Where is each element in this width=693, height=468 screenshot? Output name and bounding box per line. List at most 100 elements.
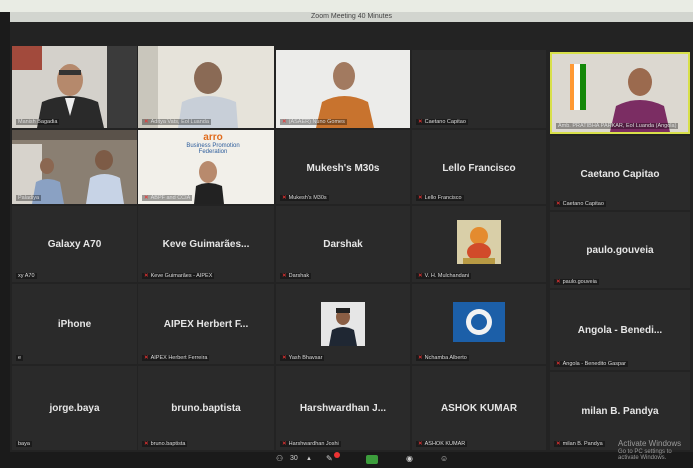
activate-windows-watermark: Activate Windows Go to PC settings to ac…	[618, 439, 693, 462]
mic-muted-icon: ⨯	[556, 361, 561, 367]
mic-muted-icon: ⨯	[556, 279, 561, 285]
participant-name: ⨯ Aditya Vats, Eol Luanda	[142, 119, 211, 125]
meeting-toolbar: ⚇ 30 ▲ ✎ ◉ ☺	[10, 452, 693, 468]
record-icon[interactable]: ◉	[406, 454, 413, 463]
mic-muted-icon: ⨯	[144, 441, 149, 447]
tile-caetano-2[interactable]: Caetano Capitao ⨯ Caetano Capitao	[550, 136, 690, 210]
participants-icon[interactable]: ⚇	[276, 454, 283, 463]
participant-name: ⨯ ASHOK KUMAR	[416, 441, 468, 447]
participant-name: e	[16, 355, 24, 361]
video-tile-pratibha[interactable]: Amb. PRATIBHA PARKAR, EoI Luanda (Angola…	[550, 52, 690, 134]
video-tile-caetano-1[interactable]: ⨯ Caetano Capitao	[412, 50, 546, 128]
tile-iphone[interactable]: iPhone e	[12, 284, 137, 364]
video-tile-abpf[interactable]: arro Business Promotion Federation ⨯ ABPF…	[138, 130, 274, 204]
tile-aipex-herbert[interactable]: AIPEX Herbert F... ⨯ AIPEX Herbert Ferrei…	[138, 284, 274, 364]
participant-name: ⨯ Caetano Capitao	[416, 119, 468, 125]
participant-display-name: Harshwardhan J...	[299, 402, 387, 414]
mic-muted-icon: ⨯	[556, 441, 561, 447]
tile-keve[interactable]: Keve Guimarães... ⨯ Keve Guimarães - AIPE…	[138, 206, 274, 282]
participant-display-name: AIPEX Herbert F...	[163, 319, 249, 331]
tile-yash[interactable]: ⨯ Yash Bhavsar	[276, 284, 410, 364]
participant-name: ⨯ Harshwardhan Joshi	[280, 441, 341, 447]
participant-name: ⨯ Keve Guimarães - AIPEX	[142, 273, 215, 279]
tile-harshwardhan[interactable]: Harshwardhan J... ⨯ Harshwardhan Joshi	[276, 366, 410, 450]
participant-display-name: ASHOK KUMAR	[440, 402, 518, 414]
mic-muted-icon: ⨯	[282, 273, 287, 279]
video-tile-paladiya[interactable]: Paladiya	[12, 130, 137, 204]
participant-video	[12, 46, 137, 128]
mic-muted-icon: ⨯	[144, 195, 149, 201]
participant-name: ⨯ Angola - Benedito Gaspar	[554, 361, 628, 367]
participant-display-name: Mukesh's M30s	[306, 162, 380, 174]
video-tile-nuno[interactable]: ⨯ (ASAER) Nuno Gomes	[276, 50, 410, 128]
video-tile-aditya[interactable]: ⨯ Aditya Vats, Eol Luanda	[138, 46, 274, 128]
participant-display-name: Galaxy A70	[47, 239, 102, 251]
participant-name: ⨯ (ASAER) Nuno Gomes	[280, 119, 347, 125]
mic-muted-icon: ⨯	[556, 201, 561, 207]
participant-count: 30	[290, 455, 298, 462]
participant-name: ⨯ Mukesh's M30s	[280, 195, 329, 201]
federation-banner: arro Business Promotion Federation	[178, 132, 248, 155]
participant-name: ⨯ milan B. Pandya	[554, 441, 605, 447]
mic-muted-icon: ⨯	[144, 273, 149, 279]
participant-video	[138, 46, 274, 128]
video-tile-manish[interactable]: Manish Bagadia	[12, 46, 137, 128]
banner-line-2: Federation	[198, 149, 228, 155]
participant-name: ⨯ V. H. Mulchandani	[416, 273, 472, 279]
participant-display-name: jorge.baya	[49, 402, 100, 414]
participant-display-name: Caetano Capitao	[580, 168, 660, 180]
mic-muted-icon: ⨯	[282, 195, 287, 201]
reactions-icon[interactable]: ☺	[440, 454, 448, 463]
participant-name: ⨯ Lello Francisco	[416, 195, 464, 201]
watermark-line-2: Go to PC settings to activate Windows.	[618, 448, 672, 462]
window-title: Zoom Meeting 40 Minutes	[10, 12, 693, 22]
tile-mukesh[interactable]: Mukesh's M30s ⨯ Mukesh's M30s	[276, 130, 410, 204]
tile-benedito[interactable]: Angola - Benedi... ⨯ Angola - Benedito Ga…	[550, 290, 690, 370]
mic-muted-icon: ⨯	[418, 441, 423, 447]
tile-paulo[interactable]: paulo.gouveia ⨯ paulo.gouveia	[550, 212, 690, 288]
tile-jorge[interactable]: jorge.baya baya	[12, 366, 137, 450]
participant-name: ⨯ paulo.gouveia	[554, 279, 599, 285]
tile-mulchandani[interactable]: ⨯ V. H. Mulchandani	[412, 206, 546, 282]
mic-muted-icon: ⨯	[418, 273, 423, 279]
profile-photo	[321, 302, 365, 346]
chat-icon[interactable]: ✎	[326, 454, 333, 463]
participant-video	[552, 54, 688, 132]
tile-lello[interactable]: Lello Francisco ⨯ Lello Francisco	[412, 130, 546, 204]
tile-nchamba[interactable]: ⨯ Nchamba Alberto	[412, 284, 546, 364]
participant-video	[12, 130, 137, 204]
participant-name: Amb. PRATIBHA PARKAR, EoI Luanda (Angola…	[556, 123, 679, 129]
mic-muted-icon: ⨯	[144, 119, 149, 125]
participant-display-name: Darshak	[323, 239, 363, 251]
participant-display-name: bruno.baptista	[171, 402, 241, 414]
participant-display-name: paulo.gouveia	[586, 245, 654, 257]
participant-name: ⨯ ABPF and CCIA	[142, 195, 193, 201]
monitor-bezel	[0, 0, 693, 12]
logo-avatar	[453, 302, 505, 342]
mic-muted-icon: ⨯	[418, 119, 423, 125]
participant-video	[276, 50, 410, 128]
watermark-line-1: Activate Windows	[618, 439, 682, 448]
federation-logo: arro	[203, 132, 223, 143]
mic-muted-icon: ⨯	[282, 355, 287, 361]
tile-galaxy[interactable]: Galaxy A70 xy A70	[12, 206, 137, 282]
tile-ashok[interactable]: ASHOK KUMAR ⨯ ASHOK KUMAR	[412, 366, 546, 450]
participant-name: Manish Bagadia	[16, 119, 60, 125]
tile-bruno[interactable]: bruno.baptista ⨯ bruno.baptista	[138, 366, 274, 450]
chevron-up-icon[interactable]: ▲	[306, 456, 312, 462]
participant-name: ⨯ Caetano Capitao	[554, 201, 606, 207]
share-screen-icon[interactable]	[366, 455, 378, 464]
participant-name: ⨯ Nchamba Alberto	[416, 355, 469, 361]
participant-display-name: Keve Guimarães...	[162, 239, 250, 251]
participant-display-name: iPhone	[57, 319, 92, 331]
mic-muted-icon: ⨯	[144, 355, 149, 361]
participant-name: Paladiya	[16, 195, 42, 201]
mic-muted-icon: ⨯	[418, 355, 423, 361]
participant-name: ⨯ Yash Bhavsar	[280, 355, 325, 361]
participant-display-name: Lello Francisco	[442, 162, 516, 174]
mic-muted-icon: ⨯	[282, 119, 287, 125]
tile-darshak[interactable]: Darshak ⨯ Darshak	[276, 206, 410, 282]
participant-name: ⨯ AIPEX Herbert Ferreira	[142, 355, 210, 361]
participant-name: ⨯ Darshak	[280, 273, 312, 279]
participant-name: ⨯ bruno.baptista	[142, 441, 188, 447]
